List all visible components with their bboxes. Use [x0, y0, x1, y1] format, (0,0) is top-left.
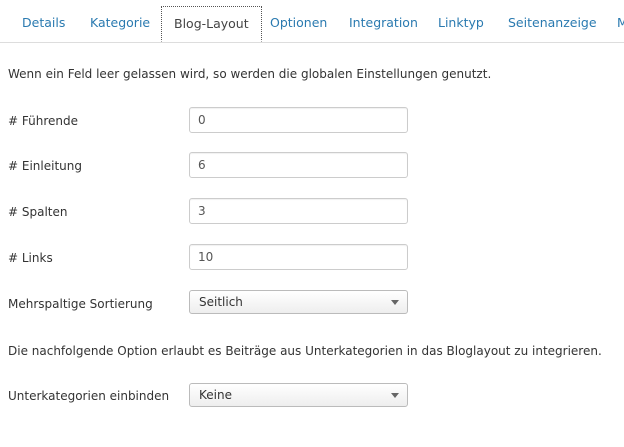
- columns-label: # Spalten: [8, 205, 68, 219]
- tab-bar: Details Kategorie Blog-Layout Optionen I…: [0, 0, 624, 43]
- tab-blog-layout[interactable]: Blog-Layout: [161, 6, 262, 42]
- subcategories-label: Unterkategorien einbinden: [8, 389, 170, 403]
- subcategories-select[interactable]: Keine: [189, 383, 408, 407]
- intro-note: Wenn ein Feld leer gelassen wird, so wer…: [8, 67, 492, 81]
- links-label: # Links: [8, 251, 53, 265]
- columns-input[interactable]: [189, 198, 408, 224]
- tab-seitenanzeige[interactable]: Seitenanzeige: [508, 6, 597, 40]
- intro-label: # Einleitung: [8, 159, 82, 173]
- tab-kategorie[interactable]: Kategorie: [90, 6, 150, 40]
- tab-details[interactable]: Details: [22, 6, 65, 40]
- tab-optionen[interactable]: Optionen: [270, 6, 327, 40]
- tab-integration[interactable]: Integration: [349, 6, 418, 40]
- multi-column-order-value: Seitlich: [199, 295, 243, 309]
- subcategory-note: Die nachfolgende Option erlaubt es Beitr…: [8, 344, 602, 358]
- chevron-down-icon: [391, 300, 399, 305]
- multi-column-order-select[interactable]: Seitlich: [189, 290, 408, 314]
- tab-linktyp[interactable]: Linktyp: [438, 6, 484, 40]
- leading-label: # Führende: [8, 114, 78, 128]
- leading-input[interactable]: [189, 107, 408, 133]
- menu-item-edit-page: Details Kategorie Blog-Layout Optionen I…: [0, 0, 624, 447]
- chevron-down-icon: [391, 393, 399, 398]
- multi-column-order-label: Mehrspaltige Sortierung: [8, 297, 153, 311]
- subcategories-value: Keine: [199, 388, 232, 402]
- links-input[interactable]: [189, 244, 408, 270]
- tab-more[interactable]: M: [617, 6, 624, 40]
- intro-input[interactable]: [189, 152, 408, 178]
